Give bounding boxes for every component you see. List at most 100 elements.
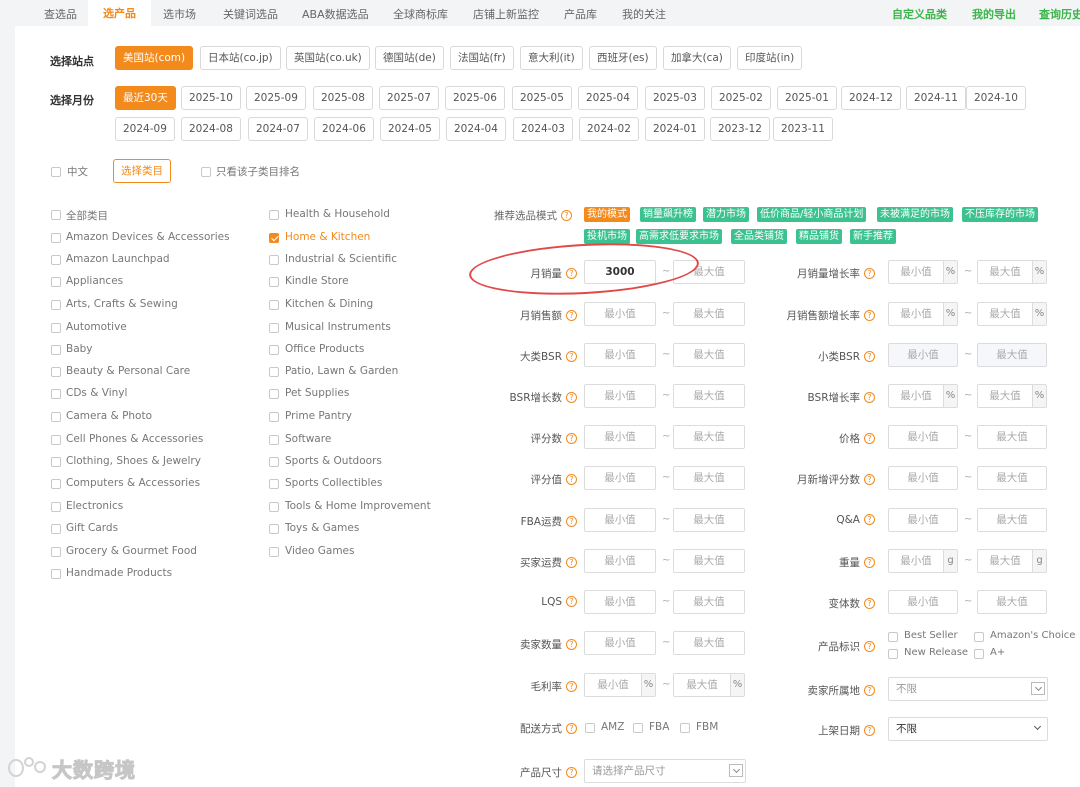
category-checkbox[interactable] [269, 457, 279, 467]
month-option[interactable]: 2025-10 [181, 86, 241, 110]
weight-max-input[interactable]: 最大值 g [977, 549, 1047, 573]
rating-max-input[interactable]: 最大值 [673, 466, 745, 490]
month-option[interactable]: 2025-05 [512, 86, 572, 110]
month-option[interactable]: 最近30天 [115, 86, 176, 110]
rating-min-input[interactable]: 最小值 [584, 466, 656, 490]
tab-aba-selection[interactable]: ABA数据选品 [302, 6, 369, 22]
help-icon[interactable]: ? [864, 685, 875, 696]
price-max-input[interactable]: 最大值 [977, 425, 1047, 449]
sales-growth-min-input[interactable]: 最小值% [888, 260, 958, 284]
month-option[interactable]: 2025-07 [379, 86, 439, 110]
seller-location-select[interactable]: 不限 [888, 677, 1048, 701]
category-checkbox[interactable] [269, 435, 279, 445]
badge-new-release-checkbox[interactable] [888, 649, 898, 659]
help-icon[interactable]: ? [566, 596, 577, 607]
month-option[interactable]: 2024-11 [906, 86, 966, 110]
help-icon[interactable]: ? [864, 351, 875, 362]
site-option-es[interactable]: 西班牙(es) [589, 46, 657, 70]
badge-best-seller-checkbox[interactable] [888, 632, 898, 642]
month-option[interactable]: 2024-10 [966, 86, 1026, 110]
month-option[interactable]: 2024-02 [579, 117, 639, 141]
mode-tag[interactable]: 高需求低要求市场 [636, 229, 722, 244]
category-checkbox[interactable] [269, 323, 279, 333]
variants-min-input[interactable]: 最小值 [888, 590, 958, 614]
new-reviews-max-input[interactable]: 最大值 [977, 466, 1047, 490]
help-icon[interactable]: ? [566, 723, 577, 734]
month-option[interactable]: 2024-03 [513, 117, 573, 141]
bsr-growth-count-max-input[interactable]: 最大值 [673, 384, 745, 408]
monthly-sales-min-input[interactable]: 3000 [584, 260, 656, 284]
buyer-shipping-max-input[interactable]: 最大值 [673, 549, 745, 573]
chinese-checkbox[interactable] [51, 167, 61, 177]
category-checkbox[interactable] [51, 367, 61, 377]
category-checkbox[interactable] [51, 569, 61, 579]
category-checkbox[interactable] [51, 524, 61, 534]
category-checkbox[interactable] [269, 524, 279, 534]
tab-product-library[interactable]: 产品库 [564, 6, 597, 22]
help-icon[interactable]: ? [566, 268, 577, 279]
tab-keyword-selection[interactable]: 关键词选品 [223, 6, 278, 22]
help-icon[interactable]: ? [566, 516, 577, 527]
select-category-button[interactable]: 选择类目 [113, 159, 171, 183]
month-option[interactable]: 2024-05 [380, 117, 440, 141]
mode-tag[interactable]: 潜力市场 [703, 207, 749, 222]
site-option-de[interactable]: 德国站(de) [375, 46, 444, 70]
price-min-input[interactable]: 最小值 [888, 425, 958, 449]
fba-fee-max-input[interactable]: 最大值 [673, 508, 745, 532]
category-checkbox[interactable] [269, 300, 279, 310]
help-icon[interactable]: ? [864, 392, 875, 403]
sub-rank-checkbox[interactable] [201, 167, 211, 177]
mode-tag[interactable]: 不压库存的市场 [962, 207, 1038, 222]
help-icon[interactable]: ? [864, 514, 875, 525]
category-checkbox[interactable] [51, 345, 61, 355]
review-count-min-input[interactable]: 最小值 [584, 425, 656, 449]
mode-tag[interactable]: 全品类铺货 [731, 229, 787, 244]
month-option[interactable]: 2024-08 [181, 117, 241, 141]
help-icon[interactable]: ? [864, 557, 875, 568]
category-checkbox[interactable] [51, 412, 61, 422]
category-checkbox-checked[interactable] [269, 233, 279, 243]
gross-margin-max-input[interactable]: 最大值% [673, 673, 745, 697]
bsr-growth-rate-min-input[interactable]: 最小值% [888, 384, 958, 408]
category-checkbox[interactable] [51, 323, 61, 333]
month-option[interactable]: 2025-09 [246, 86, 306, 110]
product-size-select[interactable]: 请选择产品尺寸 [584, 759, 746, 783]
category-checkbox[interactable] [269, 345, 279, 355]
category-checkbox[interactable] [51, 233, 61, 243]
new-reviews-min-input[interactable]: 最小值 [888, 466, 958, 490]
badge-amazon-choice-checkbox[interactable] [974, 632, 984, 642]
category-checkbox[interactable] [51, 210, 61, 220]
help-icon[interactable]: ? [566, 681, 577, 692]
category-checkbox[interactable] [51, 457, 61, 467]
seller-count-max-input[interactable]: 最大值 [673, 631, 745, 655]
bsr-growth-count-min-input[interactable]: 最小值 [584, 384, 656, 408]
tab-my-follow[interactable]: 我的关注 [622, 6, 666, 22]
category-checkbox[interactable] [51, 502, 61, 512]
month-option[interactable]: 2025-04 [578, 86, 638, 110]
site-option-in[interactable]: 印度站(in) [737, 46, 803, 70]
month-option[interactable]: 2024-01 [645, 117, 705, 141]
sales-growth-max-input[interactable]: 最大值% [977, 260, 1047, 284]
category-checkbox[interactable] [269, 502, 279, 512]
tab-product-selection[interactable]: 选产品 [88, 0, 151, 27]
fulfillment-amz-checkbox[interactable] [585, 723, 595, 733]
monthly-revenue-max-input[interactable]: 最大值 [673, 302, 745, 326]
help-icon[interactable]: ? [864, 310, 875, 321]
sub-bsr-min-input[interactable]: 最小值 [888, 343, 958, 367]
sub-bsr-max-input[interactable]: 最大值 [977, 343, 1047, 367]
seller-count-min-input[interactable]: 最小值 [584, 631, 656, 655]
category-checkbox[interactable] [269, 210, 279, 220]
month-option[interactable]: 2024-12 [841, 86, 901, 110]
month-option[interactable]: 2025-08 [313, 86, 373, 110]
category-checkbox[interactable] [51, 277, 61, 287]
buyer-shipping-min-input[interactable]: 最小值 [584, 549, 656, 573]
help-icon[interactable]: ? [566, 557, 577, 568]
help-icon[interactable]: ? [566, 392, 577, 403]
tab-store-monitor[interactable]: 店铺上新监控 [473, 6, 539, 22]
badge-aplus-checkbox[interactable] [974, 649, 984, 659]
category-checkbox[interactable] [269, 277, 279, 287]
monthly-sales-max-input[interactable]: 最大值 [673, 260, 745, 284]
category-checkbox[interactable] [269, 367, 279, 377]
revenue-growth-min-input[interactable]: 最小值% [888, 302, 958, 326]
help-icon[interactable]: ? [864, 433, 875, 444]
